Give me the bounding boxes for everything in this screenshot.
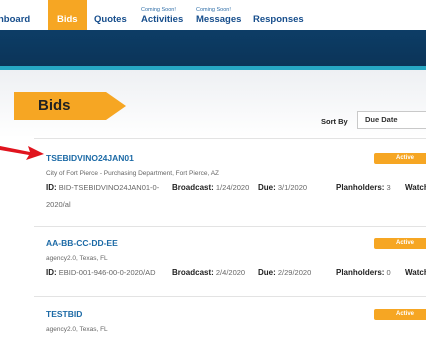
- nav-responses-label: Responses: [253, 14, 304, 25]
- status-badge: Active: [374, 309, 426, 320]
- red-arrow-icon: [0, 146, 44, 160]
- bid-id-continued: 2020/al: [46, 200, 71, 209]
- broadcast-label: Broadcast:: [172, 183, 214, 192]
- bid-planholders: 0: [386, 268, 391, 277]
- coming-soon-badge: Coming Soon!: [196, 7, 231, 13]
- due-label: Due:: [258, 183, 276, 192]
- top-nav: nboard Bids Quotes Coming Soon! Activiti…: [0, 0, 426, 30]
- nav-quotes[interactable]: Quotes: [94, 0, 127, 30]
- due-label: Due:: [258, 268, 276, 277]
- nav-bids[interactable]: Bids: [48, 0, 87, 30]
- nav-bids-label: Bids: [57, 14, 78, 25]
- row-divider: [34, 138, 426, 139]
- bid-broadcast-date: 1/24/2020: [215, 183, 250, 192]
- broadcast-label: Broadcast:: [172, 268, 214, 277]
- planholders-label: Planholders:: [336, 268, 385, 277]
- bid-planholders: 3: [386, 183, 391, 192]
- bid-title-link[interactable]: TESTBID: [46, 309, 82, 319]
- row-divider: [34, 226, 426, 227]
- sort-by-label: Sort By: [321, 117, 348, 126]
- bid-id: EBID-001-946-00-0-2020/AD: [58, 268, 156, 277]
- id-label: ID:: [46, 183, 57, 192]
- watch-label[interactable]: Watch: [405, 268, 426, 277]
- nav-dashboard-label: nboard: [0, 14, 31, 25]
- row-divider: [34, 296, 426, 297]
- nav-activities[interactable]: Coming Soon! Activities: [141, 0, 183, 30]
- status-badge: Active: [374, 153, 426, 164]
- nav-messages[interactable]: Coming Soon! Messages: [196, 0, 241, 30]
- bid-agency: agency2.0, Texas, FL: [46, 326, 108, 333]
- nav-dashboard[interactable]: nboard: [0, 0, 30, 30]
- page-title: Bids: [14, 92, 106, 120]
- sort-select[interactable]: Due Date: [357, 111, 426, 129]
- bid-agency: City of Fort Pierce - Purchasing Departm…: [46, 170, 220, 177]
- planholders-label: Planholders:: [336, 183, 385, 192]
- nav-activities-label: Activities: [141, 14, 184, 25]
- bid-title-link[interactable]: TSEBIDVINO24JAN01: [46, 153, 134, 163]
- bid-id: BID-TSEBIDVINO24JAN01-0-: [58, 183, 160, 192]
- nav-messages-label: Messages: [196, 14, 242, 25]
- page-title-arrow: [106, 92, 126, 120]
- bid-title-link[interactable]: AA-BB-CC-DD-EE: [46, 238, 118, 248]
- nav-quotes-label: Quotes: [94, 14, 127, 25]
- id-label: ID:: [46, 268, 57, 277]
- header-banner: [0, 30, 426, 70]
- bid-broadcast-date: 2/4/2020: [215, 268, 246, 277]
- bid-agency: agency2.0, Texas, FL: [46, 255, 108, 262]
- nav-responses[interactable]: Responses: [253, 0, 304, 30]
- bid-due-date: 2/29/2020: [277, 268, 312, 277]
- bid-due-date: 3/1/2020: [277, 183, 308, 192]
- coming-soon-badge: Coming Soon!: [141, 7, 176, 13]
- status-badge: Active: [374, 238, 426, 249]
- watch-label[interactable]: Watch: [405, 183, 426, 192]
